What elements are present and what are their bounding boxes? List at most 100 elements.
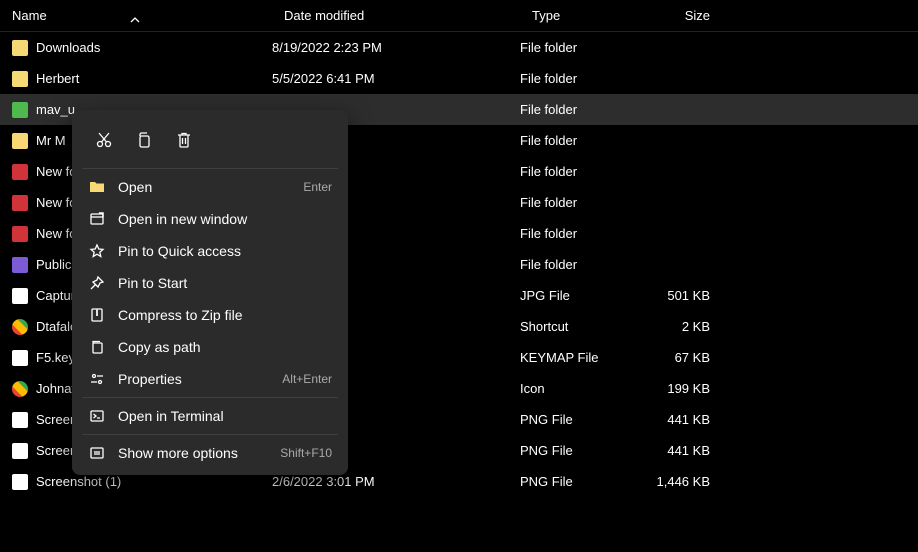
file-type-label: Icon — [520, 381, 640, 396]
context-menu-item[interactable]: Open in new window — [78, 203, 342, 235]
column-header-type[interactable]: Type — [520, 8, 640, 23]
column-header-name[interactable]: Name — [0, 8, 272, 23]
column-header-name-label: Name — [12, 8, 47, 23]
context-menu-item[interactable]: Properties Alt+Enter — [78, 363, 342, 395]
file-type-icon — [12, 164, 28, 180]
file-type-icon — [12, 412, 28, 428]
context-menu-item-label: Open in Terminal — [118, 408, 332, 424]
star-icon — [88, 242, 106, 260]
file-type-icon — [12, 257, 28, 273]
file-row[interactable]: Downloads 8/19/2022 2:23 PMFile folder — [0, 32, 918, 63]
context-menu-item[interactable]: Compress to Zip file — [78, 299, 342, 331]
file-type-icon — [12, 226, 28, 242]
pin-icon — [88, 274, 106, 292]
file-type-label: File folder — [520, 164, 640, 179]
context-menu-iconbar — [78, 116, 342, 166]
file-type-icon — [12, 443, 28, 459]
context-menu-item[interactable]: Show more options Shift+F10 — [78, 437, 342, 469]
file-type-label: File folder — [520, 226, 640, 241]
column-header-date[interactable]: Date modified — [272, 8, 520, 23]
file-type-icon — [12, 133, 28, 149]
file-type-label: File folder — [520, 195, 640, 210]
props-icon — [88, 370, 106, 388]
file-name-label: Herbert — [36, 71, 79, 86]
file-type-label: JPG File — [520, 288, 640, 303]
copypath-icon — [88, 338, 106, 356]
file-type-label: Shortcut — [520, 319, 640, 334]
file-name-label: New fo — [36, 195, 76, 210]
file-type-label: File folder — [520, 40, 640, 55]
cut-icon — [95, 131, 113, 149]
terminal-icon — [88, 407, 106, 425]
context-menu-item-label: Open in new window — [118, 211, 332, 227]
sort-caret-icon — [130, 11, 140, 26]
file-type-label: File folder — [520, 133, 640, 148]
context-menu-item[interactable]: Copy as path — [78, 331, 342, 363]
file-name-label: Screenshot (1) — [36, 474, 121, 489]
file-type-label: File folder — [520, 71, 640, 86]
file-type-icon — [12, 40, 28, 56]
file-row-name-cell: Herbert — [12, 71, 272, 87]
file-size-label: 199 KB — [640, 381, 710, 396]
file-type-label: File folder — [520, 257, 640, 272]
context-menu-item[interactable]: Open in Terminal — [78, 400, 342, 432]
file-date-label: 8/19/2022 2:23 PM — [272, 40, 520, 55]
file-name-label: Downloads — [36, 40, 100, 55]
file-size-label: 441 KB — [640, 412, 710, 427]
context-menu-separator — [82, 168, 338, 169]
context-menu-item-label: Show more options — [118, 445, 268, 461]
file-name-label: New fo — [36, 226, 76, 241]
file-type-icon — [12, 319, 28, 335]
column-header-date-label: Date modified — [284, 8, 364, 23]
context-menu-separator — [82, 397, 338, 398]
context-menu-separator — [82, 434, 338, 435]
delete-button[interactable] — [168, 124, 200, 156]
context-menu-item[interactable]: Pin to Start — [78, 267, 342, 299]
file-type-icon — [12, 350, 28, 366]
file-row-name-cell: Downloads — [12, 40, 272, 56]
file-date-label: 2/6/2022 3:01 PM — [272, 474, 520, 489]
window-icon — [88, 210, 106, 228]
context-menu-item-accel: Alt+Enter — [282, 372, 332, 386]
file-type-icon — [12, 71, 28, 87]
file-size-label: 67 KB — [640, 350, 710, 365]
file-type-label: KEYMAP File — [520, 350, 640, 365]
file-size-label: 1,446 KB — [640, 474, 710, 489]
trash-icon — [175, 131, 193, 149]
file-name-label: Mr M — [36, 133, 66, 148]
context-menu-item-label: Properties — [118, 371, 270, 387]
file-row-name-cell: Screenshot (1) — [12, 474, 272, 490]
more-icon — [88, 444, 106, 462]
context-menu-item-label: Open — [118, 179, 291, 195]
file-name-label: New fo — [36, 164, 76, 179]
file-date-label: 5/5/2022 6:41 PM — [272, 71, 520, 86]
context-menu-item-label: Copy as path — [118, 339, 332, 355]
column-header-size[interactable]: Size — [640, 8, 710, 23]
file-row[interactable]: Herbert 5/5/2022 6:41 PMFile folder — [0, 63, 918, 94]
column-header-type-label: Type — [532, 8, 560, 23]
file-name-label: mav_u — [36, 102, 75, 117]
copy-button[interactable] — [128, 124, 160, 156]
context-menu-item-label: Compress to Zip file — [118, 307, 332, 323]
column-header-row: Name Date modified Type Size — [0, 0, 918, 32]
file-type-icon — [12, 288, 28, 304]
file-size-label: 2 KB — [640, 319, 710, 334]
file-type-icon — [12, 474, 28, 490]
file-type-icon — [12, 195, 28, 211]
context-menu-item-accel: Shift+F10 — [280, 446, 332, 460]
context-menu-item[interactable]: Pin to Quick access — [78, 235, 342, 267]
file-size-label: 501 KB — [640, 288, 710, 303]
context-menu-item-accel: Enter — [303, 180, 332, 194]
copy-icon — [135, 131, 153, 149]
open-icon — [88, 178, 106, 196]
context-menu-item[interactable]: Open Enter — [78, 171, 342, 203]
cut-button[interactable] — [88, 124, 120, 156]
file-name-label: Public — [36, 257, 71, 272]
file-type-label: PNG File — [520, 443, 640, 458]
context-menu: Open Enter Open in new window Pin to Quick … — [72, 110, 348, 475]
zip-icon — [88, 306, 106, 324]
context-menu-item-label: Pin to Start — [118, 275, 332, 291]
column-header-size-label: Size — [685, 8, 710, 23]
file-type-icon — [12, 381, 28, 397]
file-type-label: File folder — [520, 102, 640, 117]
